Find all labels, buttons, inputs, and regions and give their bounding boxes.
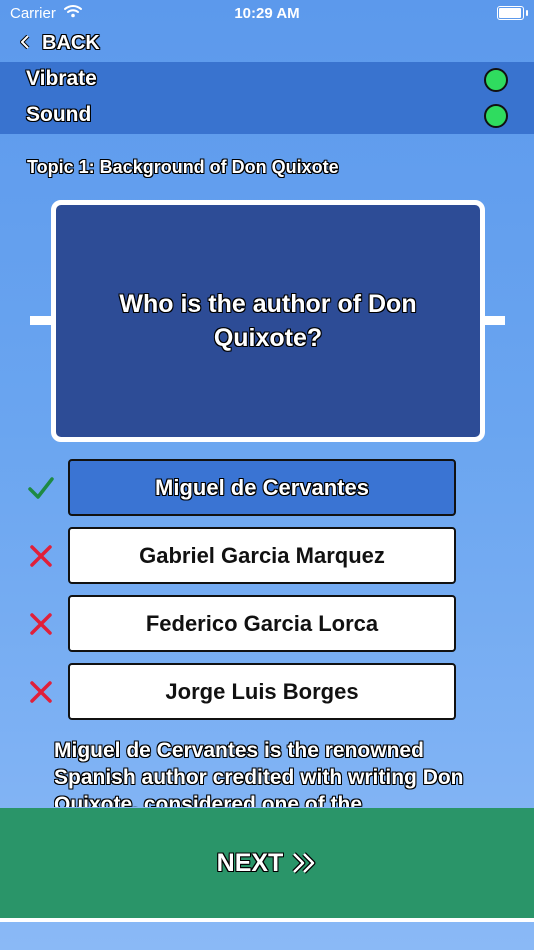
double-chevron-right-icon [291,850,317,876]
status-clock: 10:29 AM [234,5,300,22]
sound-toggle[interactable] [484,104,508,128]
next-button[interactable]: NEXT [0,808,534,918]
topic-title: Topic 1: Background of Don Quixote [27,157,339,177]
answer-explanation: Miguel de Cervantes is the renowned Span… [54,739,464,807]
answer-label: Gabriel Garcia Marquez [139,542,385,568]
answer-option-2[interactable]: Gabriel Garcia Marquez [68,527,456,584]
question-card: Who is the author of Don Quixote? [51,200,485,442]
answer-option-1[interactable]: Miguel de Cervantes [68,459,456,516]
cross-icon [28,679,54,705]
battery-icon [497,6,528,20]
back-label: BACK [42,31,100,54]
settings-bar: Vibrate Sound [0,62,534,134]
setting-label-vibrate: Vibrate [26,67,97,90]
vibrate-toggle[interactable] [484,68,508,92]
setting-vibrate: Vibrate [0,62,534,98]
setting-label-sound: Sound [26,103,92,126]
cross-icon [28,543,54,569]
next-panel: NEXT [0,808,534,918]
setting-sound: Sound [0,98,534,134]
back-button[interactable]: BACK [19,30,100,56]
question-text: Who is the author of Don Quixote? [119,290,417,352]
card-connector-right [483,316,505,325]
check-icon [28,475,54,501]
chevron-left-icon [19,32,34,55]
bottom-divider [0,918,534,922]
answer-label: Jorge Luis Borges [165,678,359,704]
answer-option-3[interactable]: Federico Garcia Lorca [68,595,456,652]
status-bar: Carrier 10:29 AM [0,0,534,28]
answer-option-4[interactable]: Jorge Luis Borges [68,663,456,720]
cross-icon [28,611,54,637]
answer-label: Miguel de Cervantes [155,474,369,500]
answer-label: Federico Garcia Lorca [145,610,379,636]
next-label: NEXT [216,848,284,877]
card-connector-left [30,316,52,325]
